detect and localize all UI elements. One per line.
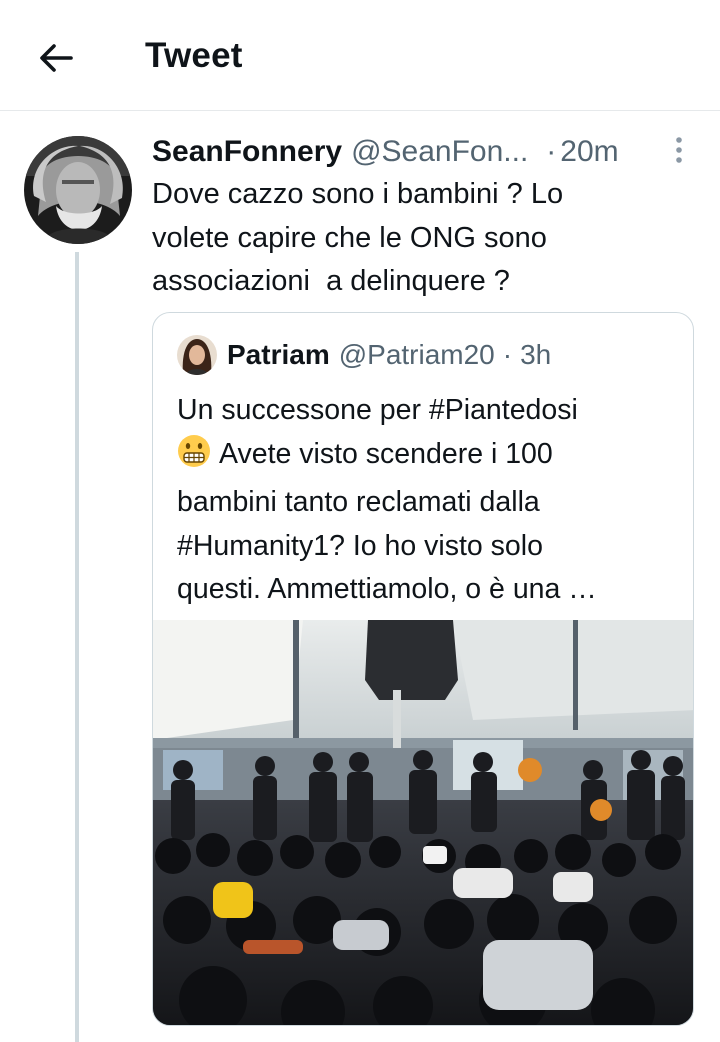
author-handle[interactable]: @SeanFon... — [351, 135, 528, 169]
tweet-text-line: Dove cazzo sono i bambini ? Lo — [152, 178, 564, 210]
quoted-text-fragment: Avete visto scendere i 100 — [219, 437, 553, 470]
tweet-text-line: volete capire che le ONG sono — [152, 221, 547, 254]
avatar[interactable] — [24, 136, 132, 244]
quoted-author-handle: @Patriam20 — [338, 339, 495, 370]
tweet-timestamp[interactable]: 20m — [560, 135, 618, 169]
quoted-tweet-text: Un successone per #Piantedosi Avete vist… — [177, 389, 677, 612]
quoted-text-line: bambini tanto reclamati dalla — [177, 486, 540, 518]
top-bar: Tweet — [0, 0, 720, 111]
quoted-tweet-timestamp: 3h — [520, 339, 552, 370]
grimacing-face-emoji — [177, 434, 211, 482]
quoted-text-line-with-emoji: Avete visto scendere i 100 — [177, 433, 677, 482]
quoted-tweet-photo[interactable] — [153, 620, 693, 1025]
arrow-left-icon — [40, 44, 73, 72]
author-name[interactable]: SeanFonnery — [152, 135, 342, 169]
separator-dot: · — [546, 135, 557, 168]
quoted-author-avatar — [177, 335, 217, 375]
thread-line — [75, 252, 79, 1042]
quoted-text-line: Un successone per #Piantedosi — [177, 394, 578, 426]
quoted-author-name: Patriam — [227, 339, 330, 370]
page-title: Tweet — [145, 36, 243, 75]
quoted-text-line: #Humanity1? Io ho visto solo — [177, 529, 543, 562]
quoted-tweet-card[interactable]: Patriam @Patriam20 · 3h Un successone pe… — [152, 312, 694, 1026]
more-options-button[interactable] — [666, 134, 692, 166]
tweet-text-line: associazioni a delinquere ? — [152, 265, 510, 297]
separator-dot: · — [502, 339, 513, 370]
more-vertical-icon — [676, 137, 682, 163]
tweet-text: Dove cazzo sono i bambini ? Lo volete ca… — [152, 173, 672, 304]
tweet-header: SeanFonnery @SeanFon... · 20m — [152, 132, 692, 172]
quoted-text-line: questi. Ammettiamolo, o è una … — [177, 573, 597, 605]
back-button[interactable] — [28, 34, 84, 82]
quoted-tweet-header: Patriam @Patriam20 · 3h — [227, 335, 551, 375]
